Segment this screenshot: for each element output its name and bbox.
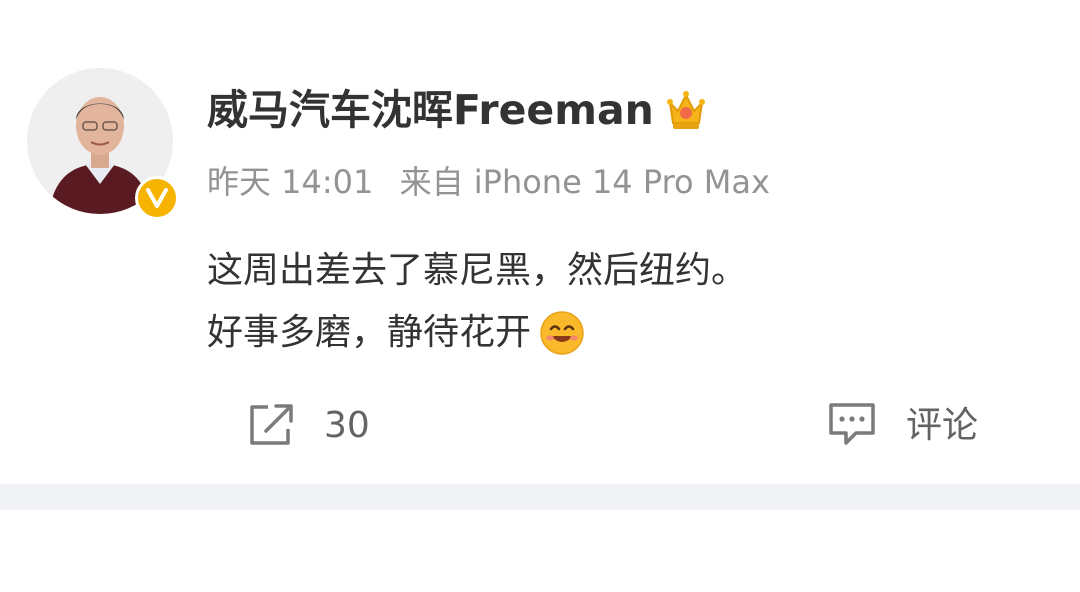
comment-button[interactable]: 评论 [826,400,978,452]
post-source: 来自 iPhone 14 Pro Max [399,163,770,201]
action-bar: 30 评论 [0,392,1080,462]
comment-icon [826,400,878,452]
repost-button[interactable]: 30 [246,400,370,452]
post-text-line-2: 好事多磨，静待花开 [207,302,747,364]
user-name[interactable]: 威马汽车沈晖Freeman [207,84,708,136]
post-time: 昨天 14:01 [207,163,374,201]
verified-badge [135,176,179,220]
post-text-line-2-text: 好事多磨，静待花开 [207,312,532,353]
share-icon [246,401,298,451]
crown-icon [664,87,708,133]
weibo-post-card: 威马汽车沈晖Freeman 昨天 14:01 来自 iPhone 14 Pro … [0,0,1080,484]
verified-v-badge-icon [146,188,168,208]
avatar-container[interactable] [27,68,179,220]
post-meta: 昨天 14:01 来自 iPhone 14 Pro Max [207,160,770,204]
post-text-line-1: 这周出差去了慕尼黑，然后纽约。 [207,250,748,291]
feed-divider [0,484,1080,510]
smile-emoji-icon [539,310,585,356]
user-name-text[interactable]: 威马汽车沈晖Freeman [207,84,654,136]
post-body[interactable]: 这周出差去了慕尼黑，然后纽约。 好事多磨，静待花开 [207,240,747,364]
repost-count: 30 [324,405,370,446]
comment-label: 评论 [906,405,979,446]
